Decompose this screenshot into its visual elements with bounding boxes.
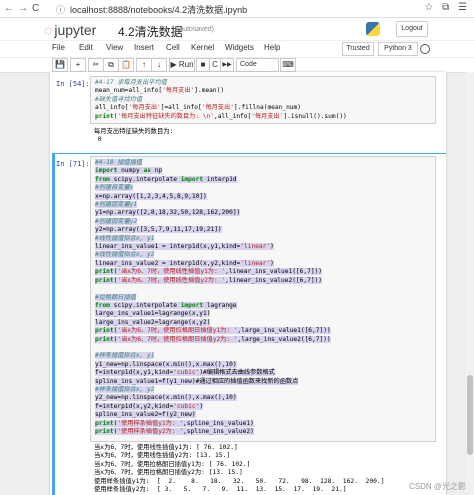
output-line: 当x为6、7时，使用拉格朗日插值y2为: [13. 15.] bbox=[94, 469, 243, 477]
save-button[interactable]: 💾 bbox=[52, 58, 68, 72]
code-line: print('每月支出特征缺失的数目为: \n',all_info['每月支出'… bbox=[95, 112, 347, 120]
menu-file[interactable]: File bbox=[52, 43, 65, 52]
cell-71-prompt: In [71]: bbox=[56, 160, 90, 168]
cell-71-output: 当x为6、7时，使用线性插值y1为: [ 76. 102.] 当x为6、7时，使… bbox=[94, 444, 385, 494]
menu-widgets[interactable]: Widgets bbox=[225, 43, 254, 52]
logout-button[interactable]: Logout bbox=[396, 21, 428, 37]
output-line: 0 bbox=[97, 136, 102, 144]
python-logo-icon bbox=[366, 22, 380, 36]
code-line: print('使用样条插值y1为: ',spline_ins_value1) bbox=[95, 419, 254, 427]
code-line: #创建因变量y2 bbox=[95, 217, 138, 225]
code-line: f=interp1d(x,y2,kind='cubic') bbox=[95, 402, 204, 410]
code-line: import numpy as np bbox=[95, 167, 163, 175]
autosave-status: (autosaved) bbox=[177, 26, 214, 33]
code-line: #4-18 插值插值 bbox=[95, 159, 143, 166]
watermark: CSDN @光之影 bbox=[408, 482, 466, 491]
notebook-container: In [54]: #4-17 求每月支出平均值 mean_num=all_inf… bbox=[50, 72, 446, 495]
browser-menu-icons[interactable]: ☆ ⧉ ☰ bbox=[424, 2, 470, 13]
output-line: 当x为6、7时，使用线性插值y1为: [ 76. 102.] bbox=[94, 444, 238, 451]
code-line: spline_ins_value2=f(y2_new) bbox=[95, 411, 196, 419]
code-line: linear_ins_value2 = interp1d(x,y2,kind='… bbox=[95, 259, 274, 267]
code-line: large_ins_value1=lagrange(x,y1) bbox=[95, 310, 211, 318]
move-down-button[interactable]: ↓ bbox=[151, 58, 167, 72]
cell-54-input[interactable]: #4-17 求每月支出平均值 mean_num=all_info['每月支出']… bbox=[90, 76, 436, 124]
code-line: y1=np.array([2,8,18,32,50,128,162,200]) bbox=[95, 209, 241, 217]
restart-run-all-button[interactable]: ▶▶ bbox=[220, 58, 234, 72]
reload-icon[interactable]: C bbox=[32, 3, 39, 14]
code-line: spline_ins_value1=f(y1_new)#通过相应的插值函数来找新… bbox=[95, 377, 299, 385]
jupyter-logo-icon: ◌ bbox=[44, 22, 53, 38]
cell-54-output: 每月支出特征缺失的数目为: 0 bbox=[94, 128, 173, 145]
cell-type-select[interactable]: Code bbox=[236, 58, 279, 72]
output-line: 使用样条插值y1为: [ 2. 8. 18. 32. 50. 72. 98. 1… bbox=[94, 477, 385, 485]
output-line: 每月支出特征缺失的数目为: bbox=[94, 128, 174, 135]
code-line: #创建因变量y1 bbox=[95, 201, 138, 209]
code-line: print('当x为6、7时，使用拉格朗日插值y1为: ',large_ins_… bbox=[95, 327, 331, 335]
output-line: 当x为6、7时，使用拉格朗日插值y1为: [ 76. 102.] bbox=[94, 460, 251, 468]
notebook-header: ◌ jupyter 4.2清洗数据 (autosaved) Logout bbox=[0, 18, 474, 40]
code-line: #缺失值寻找均值 bbox=[95, 95, 143, 103]
code-line: linear_ins_value1 = interp1d(x,y1,kind='… bbox=[95, 243, 274, 251]
kernel-status-icon bbox=[420, 44, 430, 54]
code-line: mean_num=all_info['每月支出'].mean() bbox=[95, 87, 225, 95]
menu-help[interactable]: Help bbox=[264, 43, 280, 52]
code-line: y2_new=np.linspace(x.min(),x.max(),10) bbox=[95, 394, 237, 402]
code-line: all_info['每月支出']=all_info['每月支出'].fillna… bbox=[95, 104, 301, 112]
output-line: 当x为6、7时，使用线性插值y2为: [13. 15.] bbox=[94, 452, 231, 460]
code-line: #样条插值拟合x, y2 bbox=[95, 385, 155, 393]
code-line: #样条插值拟合x, y1 bbox=[95, 352, 155, 360]
code-line: #创建自变量x bbox=[95, 184, 134, 192]
menu-cell[interactable]: Cell bbox=[166, 43, 180, 52]
code-line: y1_new=np.linspace(x.min(),x.max(),10) bbox=[95, 360, 237, 368]
menu-view[interactable]: View bbox=[106, 43, 123, 52]
browser-bar: ← → C ⓘ localhost:8888/notebooks/4.2清洗数据… bbox=[0, 0, 474, 18]
forward-icon[interactable]: → bbox=[18, 3, 28, 14]
site-info-icon[interactable]: ⓘ bbox=[56, 3, 65, 16]
code-line: print('当x为6、7时，使用线性插值y2为: ',linear_ins_v… bbox=[95, 276, 323, 284]
page-scrollbar-thumb[interactable] bbox=[467, 375, 473, 455]
menu-insert[interactable]: Insert bbox=[134, 43, 154, 52]
menu-bar: File Edit View Insert Cell Kernel Widget… bbox=[0, 41, 474, 57]
kernel-indicator[interactable]: Python 3 bbox=[378, 42, 418, 56]
notebook-title[interactable]: 4.2清洗数据 bbox=[118, 23, 183, 40]
cut-button[interactable]: ✂ bbox=[88, 58, 104, 72]
code-line: print('使用样条插值y2为: ',spline_ins_value2) bbox=[95, 428, 254, 435]
notebook-toolbar: 💾 + ✂ ⧉ 📋 ↑ ↓ ▶ Run ■ C ▶▶ Code ⌨ bbox=[0, 58, 474, 73]
menu-kernel[interactable]: Kernel bbox=[191, 43, 214, 52]
code-line: print('当x为6、7时，使用拉格朗日插值y2为: ',large_ins_… bbox=[95, 335, 331, 343]
code-line: #4-17 求每月支出平均值 bbox=[95, 79, 167, 86]
code-line: #线性插值拟合x, y1 bbox=[95, 234, 155, 242]
code-line: f=interp1d(x,y1,kind='cubic')#编辑格式去曲线参数格… bbox=[95, 369, 275, 377]
back-icon[interactable]: ← bbox=[4, 3, 14, 14]
code-line: large_ins_value2=lagrange(x,y2) bbox=[95, 318, 211, 326]
code-line: #拉格朗日插值 bbox=[95, 293, 136, 301]
code-line: from scipy.interpolate import lagrange bbox=[95, 301, 237, 309]
cell-71-input[interactable]: #4-18 插值插值 import numpy as np from scipy… bbox=[90, 156, 436, 442]
copy-button[interactable]: ⧉ bbox=[103, 58, 119, 72]
command-palette-button[interactable]: ⌨ bbox=[280, 58, 296, 72]
jupyter-logo[interactable]: ◌ jupyter bbox=[44, 22, 96, 38]
code-line: from scipy.interpolate import interp1d bbox=[95, 175, 237, 183]
code-line: x=np.array([1,2,3,4,5,8,9,10]) bbox=[95, 192, 207, 200]
code-line: y2=np.array([3,5,7,9,11,17,19,21]) bbox=[95, 226, 222, 234]
move-up-button[interactable]: ↑ bbox=[136, 58, 152, 72]
menu-edit[interactable]: Edit bbox=[79, 43, 93, 52]
code-line: print('当x为6、7时，使用线性插值y1为: ',linear_ins_v… bbox=[95, 268, 323, 276]
interrupt-button[interactable]: ■ bbox=[196, 58, 210, 72]
address-bar[interactable]: localhost:8888/notebooks/4.2清洗数据.ipynb bbox=[70, 3, 247, 16]
output-line: 使用样条插值y2为: [ 3. 5. 7. 9. 11. 13. 15. 17.… bbox=[94, 486, 347, 494]
cell-54-prompt: In [54]: bbox=[56, 80, 90, 88]
run-button[interactable]: ▶ Run bbox=[169, 58, 195, 72]
code-line: #线性插值拟合x, y2 bbox=[95, 251, 155, 259]
paste-button[interactable]: 📋 bbox=[118, 58, 134, 72]
jupyter-logo-text: jupyter bbox=[54, 22, 97, 38]
insert-cell-button[interactable]: + bbox=[70, 58, 86, 72]
trusted-indicator[interactable]: Trusted bbox=[342, 42, 374, 56]
